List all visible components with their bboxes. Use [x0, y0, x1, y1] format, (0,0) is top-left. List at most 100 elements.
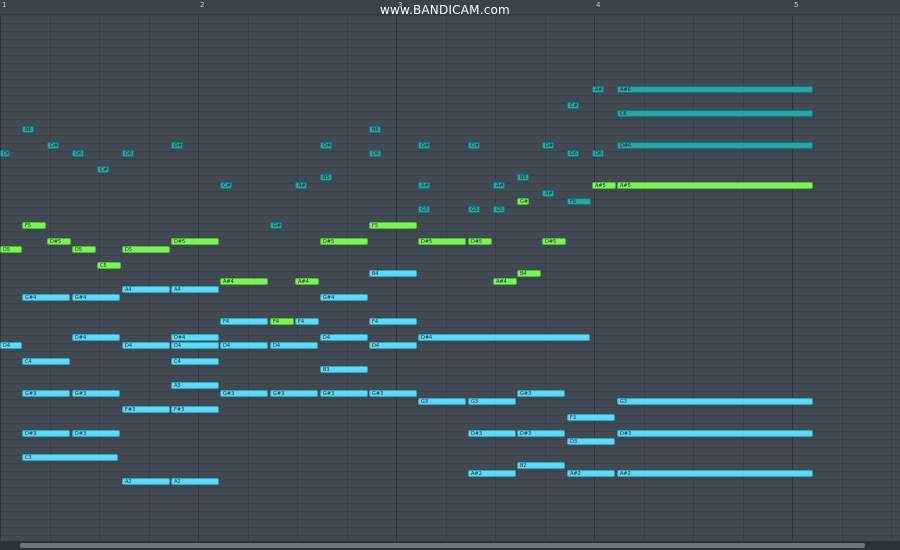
midi-note[interactable]: D#6 — [542, 142, 554, 149]
midi-note[interactable]: A#4 — [220, 278, 268, 285]
midi-note[interactable]: C#6 — [567, 102, 579, 109]
midi-note[interactable]: D6 — [369, 150, 381, 157]
midi-note[interactable]: G#3 — [22, 390, 70, 397]
midi-note[interactable]: D#6 — [320, 142, 332, 149]
midi-note[interactable]: D6 — [72, 150, 84, 157]
midi-note[interactable]: D#5 — [171, 238, 219, 245]
midi-note[interactable]: B4 — [517, 270, 541, 277]
midi-note[interactable]: D#6 — [171, 142, 183, 149]
midi-note[interactable]: A#2 — [468, 470, 516, 477]
midi-note[interactable]: D4 — [320, 334, 368, 341]
midi-note[interactable]: G3 — [418, 398, 466, 405]
midi-note[interactable]: F#3 — [171, 406, 219, 413]
midi-note[interactable]: D#6 — [47, 142, 59, 149]
midi-note[interactable]: G5 — [468, 206, 480, 213]
midi-note[interactable]: A#5 — [295, 182, 307, 189]
midi-note[interactable]: C#6 — [97, 166, 109, 173]
midi-note[interactable]: A2 — [171, 478, 219, 485]
midi-note[interactable]: B4 — [369, 270, 417, 277]
midi-note[interactable]: B6 — [369, 126, 381, 133]
midi-note[interactable]: G#3 — [220, 390, 268, 397]
midi-note[interactable]: C3 — [22, 454, 118, 461]
midi-note[interactable]: G#5 — [270, 222, 282, 229]
midi-note[interactable]: D4 — [122, 342, 170, 349]
midi-note[interactable]: D#3 — [22, 430, 70, 437]
midi-note[interactable]: G#3 — [72, 390, 120, 397]
midi-note[interactable]: C#6 — [220, 182, 232, 189]
midi-note[interactable]: D4 — [220, 342, 268, 349]
midi-note[interactable]: A#2 — [617, 470, 813, 477]
midi-note[interactable]: D5 — [72, 246, 96, 253]
midi-note[interactable]: G3 — [617, 398, 813, 405]
midi-note[interactable]: D4 — [171, 342, 219, 349]
midi-note[interactable]: D#4 — [72, 334, 120, 341]
midi-note[interactable]: D5 — [0, 246, 22, 253]
midi-note[interactable]: D#5 — [320, 238, 368, 245]
midi-note[interactable]: A#5 — [617, 182, 813, 189]
midi-note[interactable]: D6 — [122, 150, 134, 157]
midi-note[interactable]: A#5 — [542, 190, 554, 197]
midi-note[interactable]: A2 — [122, 478, 170, 485]
midi-note[interactable]: D6 — [567, 150, 579, 157]
midi-note[interactable]: D#6 — [468, 142, 480, 149]
midi-note[interactable]: B6 — [22, 126, 34, 133]
midi-note[interactable]: D#5 — [542, 238, 566, 245]
midi-note[interactable]: D4 — [270, 342, 318, 349]
scrollbar-thumb[interactable] — [20, 543, 865, 548]
midi-note[interactable]: D#6 — [418, 142, 430, 149]
midi-note[interactable]: F4 — [220, 318, 268, 325]
midi-note[interactable]: A3 — [171, 382, 219, 389]
midi-note[interactable]: C5 — [97, 262, 121, 269]
midi-note[interactable]: A#6 — [592, 86, 604, 93]
midi-note[interactable]: F#3 — [122, 406, 170, 413]
midi-note[interactable]: D3 — [567, 438, 615, 445]
midi-note[interactable]: G#3 — [517, 390, 565, 397]
midi-note[interactable]: B3 — [320, 366, 368, 373]
midi-note[interactable]: F4 — [295, 318, 319, 325]
midi-note[interactable]: D#3 — [617, 430, 813, 437]
midi-note[interactable]: C6 — [617, 110, 813, 117]
midi-note[interactable]: D#5 — [418, 238, 466, 245]
midi-note[interactable]: G#3 — [320, 390, 368, 397]
midi-note[interactable]: F5 — [22, 222, 46, 229]
midi-note[interactable]: G#3 — [369, 390, 417, 397]
midi-note[interactable]: A4 — [171, 286, 219, 293]
midi-note[interactable]: G#3 — [270, 390, 318, 397]
midi-note[interactable]: D#4 — [171, 334, 219, 341]
midi-note[interactable]: A4 — [122, 286, 170, 293]
midi-note[interactable]: A#4 — [295, 278, 319, 285]
midi-note[interactable]: A#2 — [567, 470, 615, 477]
horizontal-scrollbar[interactable] — [0, 541, 900, 550]
midi-note[interactable]: G5 — [418, 206, 430, 213]
midi-note[interactable]: G#4 — [72, 294, 120, 301]
midi-note[interactable]: G#5 — [517, 198, 529, 205]
midi-note[interactable]: D#3 — [468, 430, 516, 437]
midi-note[interactable]: F5 — [369, 222, 417, 229]
midi-note[interactable]: D#5 — [468, 238, 492, 245]
midi-note[interactable]: A#5 — [592, 182, 616, 189]
midi-note[interactable]: A#5 — [418, 182, 430, 189]
midi-note[interactable]: G5 — [493, 206, 505, 213]
midi-note[interactable]: D6 — [592, 150, 604, 157]
midi-note[interactable]: A#5 — [493, 182, 505, 189]
midi-note[interactable]: D6 — [0, 150, 10, 157]
midi-note[interactable]: D4 — [0, 342, 22, 349]
midi-note[interactable]: D#3 — [72, 430, 120, 437]
midi-note[interactable]: C4 — [171, 358, 219, 365]
midi-note[interactable]: G#4 — [22, 294, 70, 301]
midi-note[interactable]: G3 — [468, 398, 516, 405]
midi-note[interactable]: C4 — [22, 358, 70, 365]
midi-note[interactable]: G#4 — [320, 294, 368, 301]
midi-note[interactable]: B2 — [517, 462, 565, 469]
midi-note[interactable]: D5 — [122, 246, 170, 253]
midi-note[interactable]: D4 — [369, 342, 417, 349]
midi-note[interactable]: D#3 — [517, 430, 565, 437]
midi-note[interactable]: A#6 — [617, 86, 813, 93]
midi-note[interactable]: F3 — [567, 414, 615, 421]
midi-note[interactable]: D#4 — [418, 334, 590, 341]
midi-note[interactable]: F4 — [270, 318, 294, 325]
midi-note[interactable]: D#6 — [617, 142, 813, 149]
midi-note[interactable]: D#5 — [47, 238, 71, 245]
midi-note[interactable]: F4 — [369, 318, 417, 325]
midi-note[interactable]: B5 — [320, 174, 332, 181]
